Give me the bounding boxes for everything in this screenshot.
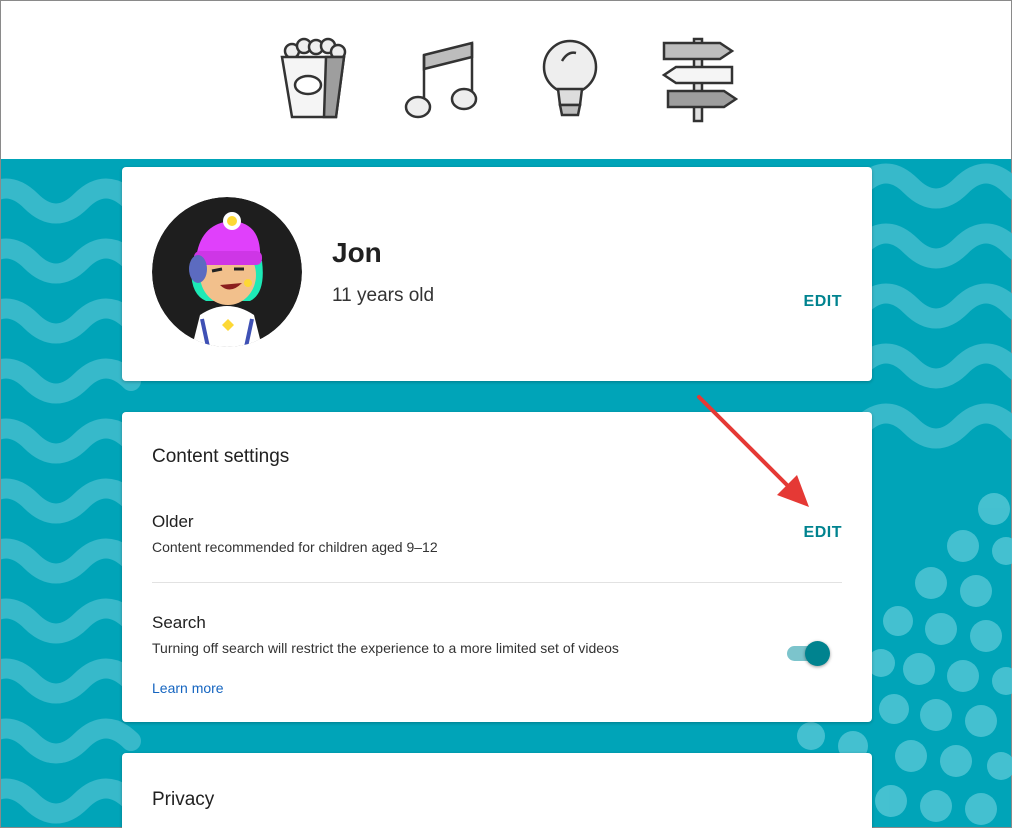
privacy-card: Privacy xyxy=(122,753,872,828)
profile-card: Jon 11 years old EDIT xyxy=(122,167,872,381)
avatar-illustration xyxy=(152,197,302,347)
content-settings-title: Content settings xyxy=(152,446,290,467)
top-nav xyxy=(1,1,1011,159)
edit-content-level-button[interactable]: EDIT xyxy=(804,524,842,542)
profile-age: 11 years old xyxy=(332,285,435,306)
learn-more-link[interactable]: Learn more xyxy=(152,680,224,696)
avatar[interactable] xyxy=(152,197,302,347)
search-toggle-thumb xyxy=(805,641,830,666)
search-setting-description: Turning off search will restrict the exp… xyxy=(152,640,619,656)
content-level-description: Content recommended for children aged 9–… xyxy=(152,539,438,555)
privacy-title: Privacy xyxy=(152,789,215,810)
annotation-arrow xyxy=(697,395,809,507)
divider xyxy=(152,582,842,583)
lightbulb-icon[interactable] xyxy=(530,35,610,125)
edit-profile-button[interactable]: EDIT xyxy=(804,293,842,311)
popcorn-icon[interactable] xyxy=(274,35,354,125)
music-note-icon[interactable] xyxy=(402,35,482,125)
profile-name: Jon xyxy=(332,237,382,268)
search-setting-title: Search xyxy=(152,613,206,632)
content-level-title: Older xyxy=(152,512,194,531)
signpost-icon[interactable] xyxy=(658,35,738,125)
search-toggle[interactable] xyxy=(785,639,831,667)
